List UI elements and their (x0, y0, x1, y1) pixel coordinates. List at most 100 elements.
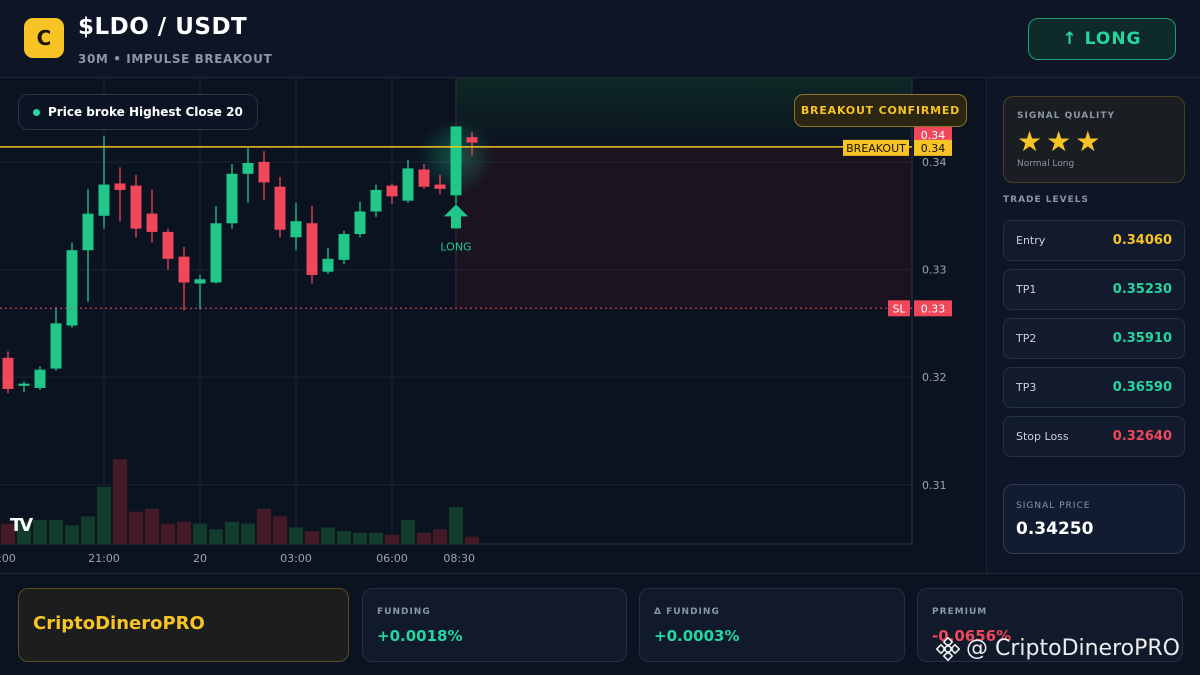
signal-price-value: 0.34250 (1016, 519, 1094, 539)
volume-bar (449, 507, 463, 544)
breakout-condition-text: Price broke Highest Close 20 (48, 105, 243, 119)
candle-body (98, 184, 110, 216)
volume-bar (369, 532, 383, 544)
volume-bar (241, 523, 255, 544)
signal-price-label: SIGNAL PRICE (1016, 501, 1091, 511)
level-name: TP3 (1016, 381, 1037, 394)
level-name: TP2 (1016, 332, 1037, 345)
stat-label: Δ FUNDING (654, 607, 720, 617)
candle-body (450, 126, 462, 196)
candle-body (290, 221, 302, 238)
volume-bar (65, 525, 79, 544)
signal-quality-card: SIGNAL QUALITY ★★★ Normal Long (1003, 96, 1185, 183)
candle-body (210, 223, 222, 283)
binance-logo-icon (936, 636, 960, 661)
candle-body (402, 168, 414, 201)
candle-body (226, 173, 238, 224)
sl-tag: SL (892, 302, 906, 315)
volume-bar (417, 532, 431, 544)
volume-bar (33, 519, 47, 544)
breakout-tag: BREAKOUT (846, 142, 906, 155)
signal-sidebar: SIGNAL QUALITY ★★★ Normal Long TRADE LEV… (986, 78, 1200, 573)
long-direction-button[interactable]: ↑ LONG (1028, 18, 1176, 60)
candle-body (306, 223, 318, 275)
level-name: Entry (1016, 234, 1046, 247)
stat-value: +0.0018% (377, 627, 463, 645)
level-value: 0.36590 (1112, 380, 1172, 395)
sl-price-tag: 0.33 (921, 302, 946, 315)
volume-bar (49, 519, 63, 544)
level-entry: Entry 0.34060 (1003, 220, 1185, 261)
signal-quality-label: Normal Long (1017, 159, 1075, 169)
volume-bar (289, 527, 303, 544)
candle-body (194, 279, 206, 284)
level-name: Stop Loss (1016, 430, 1069, 443)
x-tick-label: 21:00 (88, 552, 120, 565)
volume-bar (385, 534, 399, 544)
volume-bar (401, 519, 415, 544)
volume-bar (161, 523, 175, 544)
candle-body (258, 161, 270, 183)
volume-bar (353, 532, 367, 544)
volume-bar (81, 516, 95, 544)
risk-zone (456, 146, 912, 309)
candle-body (466, 137, 478, 143)
chart-canvas[interactable]: LONG 0.34 0.33 0.32 0.31 18:00 21:00 20 03:00 06:… (0, 78, 985, 573)
candle-body (18, 383, 30, 386)
volume-bar (257, 508, 271, 544)
watermark-text: @ CriptoDineroPRO (966, 636, 1180, 661)
level-value: 0.34060 (1112, 233, 1172, 248)
level-value: 0.35230 (1112, 282, 1172, 297)
x-tick-label: 20 (193, 552, 207, 565)
level-value: 0.32640 (1112, 429, 1172, 444)
candle-body (2, 357, 14, 390)
candle-body (322, 258, 334, 272)
candle-body (82, 213, 94, 251)
header-bar: C $LDO / USDT 30M • IMPULSE BREAKOUT ↑ L… (0, 0, 1200, 78)
signal-quality-title: SIGNAL QUALITY (1017, 111, 1115, 121)
stat-label: PREMIUM (932, 607, 988, 617)
candle-body (130, 185, 142, 229)
tradingview-logo[interactable]: TV (10, 515, 33, 536)
level-tp1: TP1 0.35230 (1003, 269, 1185, 310)
y-tick-label: 0.34 (922, 156, 947, 169)
price-chart[interactable]: LONG 0.34 0.33 0.32 0.31 18:00 21:00 20 03:00 06:… (0, 78, 985, 573)
volume-bar (337, 531, 351, 544)
level-stop-loss: Stop Loss 0.32640 (1003, 416, 1185, 457)
footer-bar: CriptoDineroPRO FUNDING +0.0018% Δ FUNDI… (0, 573, 1200, 675)
volume-bar (129, 511, 143, 544)
timeframe-subtitle: 30M • IMPULSE BREAKOUT (78, 52, 273, 66)
candle-body (66, 250, 78, 326)
long-marker-label: LONG (440, 240, 471, 253)
candle-body (434, 184, 446, 189)
y-tick-label: 0.32 (922, 371, 947, 384)
brand-card: CriptoDineroPRO (18, 588, 349, 662)
level-tp3: TP3 0.36590 (1003, 367, 1185, 408)
candle-body (114, 183, 126, 190)
volume-bar (305, 531, 319, 544)
trade-levels-title: TRADE LEVELS (1003, 195, 1089, 205)
volume-bar (321, 527, 335, 544)
stat-label: FUNDING (377, 607, 431, 617)
candle-body (274, 186, 286, 230)
candle-body (50, 323, 62, 369)
volume-bar (193, 523, 207, 544)
candle-body (34, 369, 46, 388)
candle-body (354, 211, 366, 235)
volume-bar (145, 508, 159, 544)
breakout-condition-badge: Price broke Highest Close 20 (18, 94, 258, 130)
volume-bar (113, 459, 127, 544)
y-tick-label: 0.31 (922, 479, 947, 492)
funding-card: FUNDING +0.0018% (362, 588, 627, 662)
candle-body (178, 256, 190, 283)
y-tick-label: 0.33 (922, 264, 947, 277)
volume-bar (177, 521, 191, 544)
brand-name: CriptoDineroPRO (33, 613, 205, 634)
level-name: TP1 (1016, 283, 1037, 296)
candle-body (242, 163, 254, 174)
level-value: 0.35910 (1112, 331, 1172, 346)
volume-bar (225, 521, 239, 544)
x-tick-label: 03:00 (280, 552, 312, 565)
volume-bar (97, 486, 111, 544)
quality-stars-icon: ★★★ (1017, 125, 1105, 158)
